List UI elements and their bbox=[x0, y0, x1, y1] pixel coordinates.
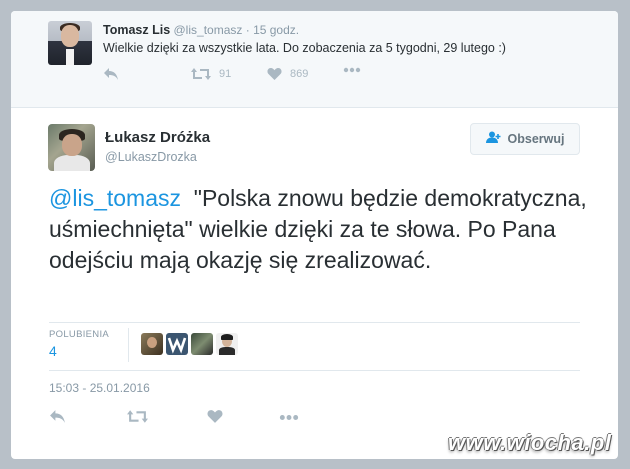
tweet-card: Tomasz Lis @lis_tomasz · 15 godz. Wielki… bbox=[11, 11, 618, 459]
author-avatar[interactable] bbox=[48, 21, 92, 65]
site-watermark: www.wiocha.pl bbox=[448, 430, 612, 455]
divider bbox=[49, 370, 580, 371]
parent-author-handle[interactable]: @lis_tomasz bbox=[174, 23, 243, 37]
main-author-avatar[interactable] bbox=[48, 124, 95, 171]
tweet-timestamp[interactable]: 15:03 - 25.01.2016 bbox=[49, 381, 150, 395]
parent-tweet[interactable]: Tomasz Lis @lis_tomasz · 15 godz. Wielki… bbox=[11, 11, 618, 108]
likes-divider bbox=[128, 328, 129, 362]
like-button[interactable]: 869 bbox=[267, 67, 308, 81]
main-author-handle[interactable]: @LukaszDrozka bbox=[105, 150, 197, 164]
tweet-text: @lis_tomasz "Polska znowu będzie demokra… bbox=[49, 183, 589, 276]
reply-icon bbox=[103, 67, 119, 81]
retweet-button[interactable] bbox=[127, 409, 148, 424]
retweet-icon bbox=[191, 67, 211, 81]
header-separator: · bbox=[245, 23, 250, 37]
parent-tweet-header: Tomasz Lis @lis_tomasz · 15 godz. bbox=[103, 23, 299, 37]
reply-icon bbox=[49, 409, 66, 424]
divider bbox=[49, 322, 580, 323]
more-button[interactable] bbox=[343, 67, 361, 73]
main-author-name[interactable]: Łukasz Dróżka bbox=[105, 129, 210, 146]
like-button[interactable] bbox=[207, 409, 223, 424]
follow-button[interactable]: Obserwuj bbox=[470, 123, 580, 155]
like-count: 869 bbox=[290, 68, 309, 80]
follow-label: Obserwuj bbox=[507, 132, 565, 146]
likes-count[interactable]: 4 bbox=[49, 343, 57, 359]
liker-avatar[interactable] bbox=[191, 333, 213, 355]
parent-tweet-text: Wielkie dzięki za wszystkie lata. Do zob… bbox=[103, 41, 506, 55]
retweet-icon bbox=[127, 409, 148, 424]
parent-author-name[interactable]: Tomasz Lis bbox=[103, 23, 170, 37]
follow-icon bbox=[485, 131, 502, 147]
mention-link[interactable]: @lis_tomasz bbox=[49, 185, 181, 211]
liker-avatar[interactable] bbox=[141, 333, 163, 355]
parent-time-ago[interactable]: 15 godz. bbox=[253, 23, 299, 37]
liker-avatar[interactable] bbox=[216, 333, 238, 355]
retweet-button[interactable]: 91 bbox=[191, 67, 231, 81]
reply-button[interactable] bbox=[49, 409, 66, 424]
heart-icon bbox=[267, 67, 282, 81]
more-icon bbox=[343, 67, 361, 73]
reply-button[interactable] bbox=[103, 67, 119, 81]
liker-avatar[interactable] bbox=[166, 333, 188, 355]
retweet-count: 91 bbox=[219, 68, 232, 80]
more-icon bbox=[279, 414, 299, 421]
heart-icon bbox=[207, 409, 223, 424]
more-button[interactable] bbox=[279, 414, 299, 421]
likes-label: POLUBIENIA bbox=[49, 329, 110, 340]
